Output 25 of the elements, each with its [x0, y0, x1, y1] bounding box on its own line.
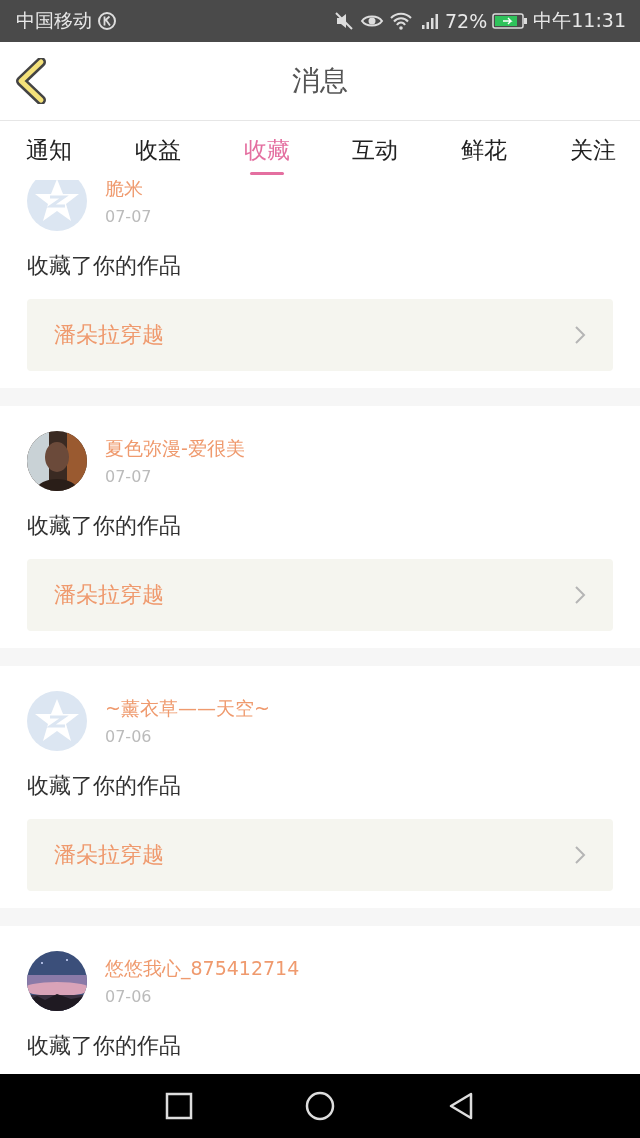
carrier-name: 中国移动 [16, 8, 92, 33]
message-date: 07-07 [105, 207, 152, 226]
tab[interactable]: 收藏 [241, 121, 292, 180]
tab[interactable]: 鲜花 [459, 121, 510, 180]
tab[interactable]: 互动 [350, 121, 401, 180]
clock: 中午11:31 [533, 8, 626, 33]
battery-percent: 72% [445, 10, 488, 32]
action-text: 收藏了你的作品 [27, 252, 182, 280]
user-name[interactable]: 脆米 [105, 180, 152, 202]
work-link[interactable]: 潘朵拉穿越 [27, 819, 613, 891]
user-name[interactable]: 悠悠我心_875412714 [105, 956, 300, 982]
message-date: 07-07 [105, 467, 153, 486]
page-title: 消息 [292, 63, 348, 99]
action-text: 收藏了你的作品 [27, 772, 182, 800]
user-name[interactable]: 夏色弥漫-爱很美 [105, 436, 245, 462]
message-date: 07-06 [105, 987, 153, 1006]
tab[interactable]: 通知 [24, 121, 74, 180]
action-text: 收藏了你的作品 [27, 1032, 182, 1060]
message-date: 07-06 [105, 727, 153, 746]
work-link[interactable]: 潘朵拉穿越 [27, 559, 613, 631]
work-link[interactable]: 潘朵拉穿越 [27, 299, 613, 371]
tab[interactable]: 收益 [132, 121, 183, 180]
user-name[interactable]: ~薰衣草——天空~ [105, 696, 270, 722]
action-text: 收藏了你的作品 [27, 512, 182, 540]
tab[interactable]: 关注 [568, 121, 618, 180]
